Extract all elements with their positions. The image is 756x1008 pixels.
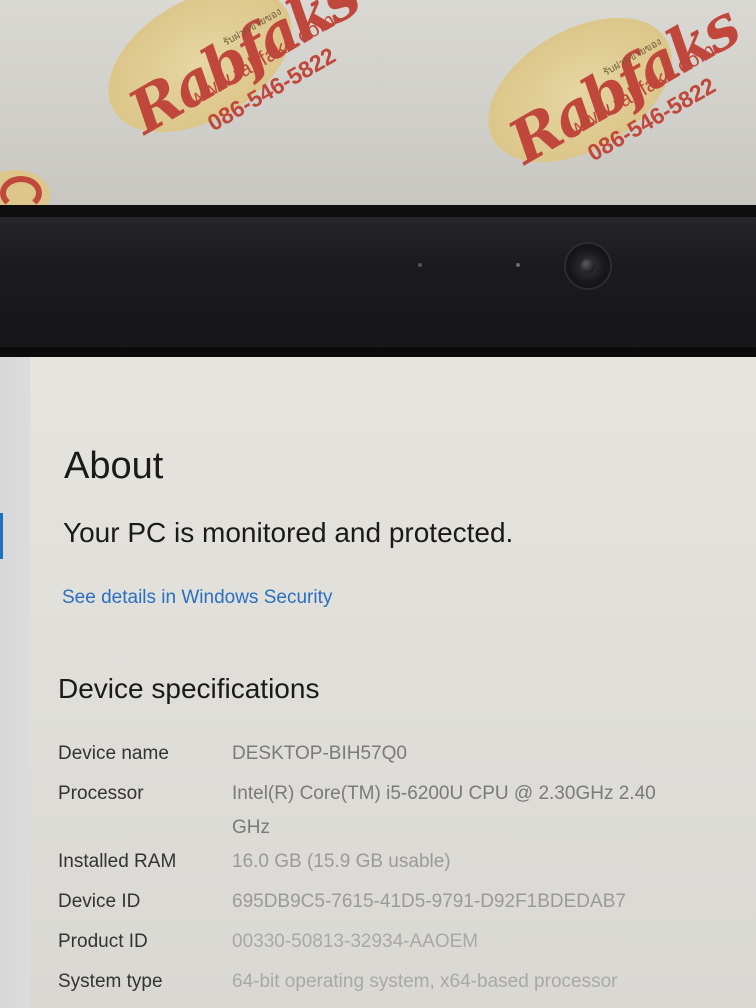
device-name-value: DESKTOP-BIH57Q0: [232, 743, 407, 764]
about-page: About Your PC is monitored and protected…: [0, 357, 756, 1008]
system-type-value: 64-bit operating system, x64-based proce…: [232, 971, 618, 992]
screen: About Your PC is monitored and protected…: [0, 357, 756, 1008]
sensor-icon: [418, 263, 422, 267]
installed-ram-value: 16.0 GB (15.9 GB usable): [232, 851, 451, 872]
bezel-bottom-edge: [0, 347, 756, 357]
device-id-label: Device ID: [58, 891, 141, 912]
device-id-value: 695DB9C5-7615-41D5-9791-D92F1BDEDAB7: [232, 891, 626, 912]
bezel-top-edge: [0, 205, 756, 217]
webcam-icon: [566, 244, 610, 288]
watermark-stamp: Rabfaks รับฝากขายของ www.rabfaks.com 086…: [83, 0, 370, 162]
page-title: About: [64, 445, 164, 487]
laptop-bezel: [0, 205, 756, 357]
product-id-value: 00330-50813-32934-AAOEM: [232, 931, 479, 952]
background-paper: Rabfaks รับฝากขายของ www.rabfaks.com 086…: [0, 0, 756, 215]
processor-value: Intel(R) Core(TM) i5-6200U CPU @ 2.30GHz…: [232, 783, 656, 804]
watermark-stamp: Rabfaks รับฝากขายของ www.rabfaks.com 086…: [463, 0, 750, 192]
processor-value-continued: GHz: [232, 817, 270, 838]
protection-status: Your PC is monitored and protected.: [63, 517, 514, 548]
system-type-label: System type: [58, 971, 163, 992]
processor-label: Processor: [58, 783, 144, 804]
device-specifications-heading: Device specifications: [58, 673, 320, 704]
installed-ram-label: Installed RAM: [58, 851, 177, 872]
windows-security-link[interactable]: See details in Windows Security: [62, 587, 332, 609]
device-name-label: Device name: [58, 743, 169, 764]
webcam-led-icon: [516, 263, 520, 267]
product-id-label: Product ID: [58, 931, 148, 952]
